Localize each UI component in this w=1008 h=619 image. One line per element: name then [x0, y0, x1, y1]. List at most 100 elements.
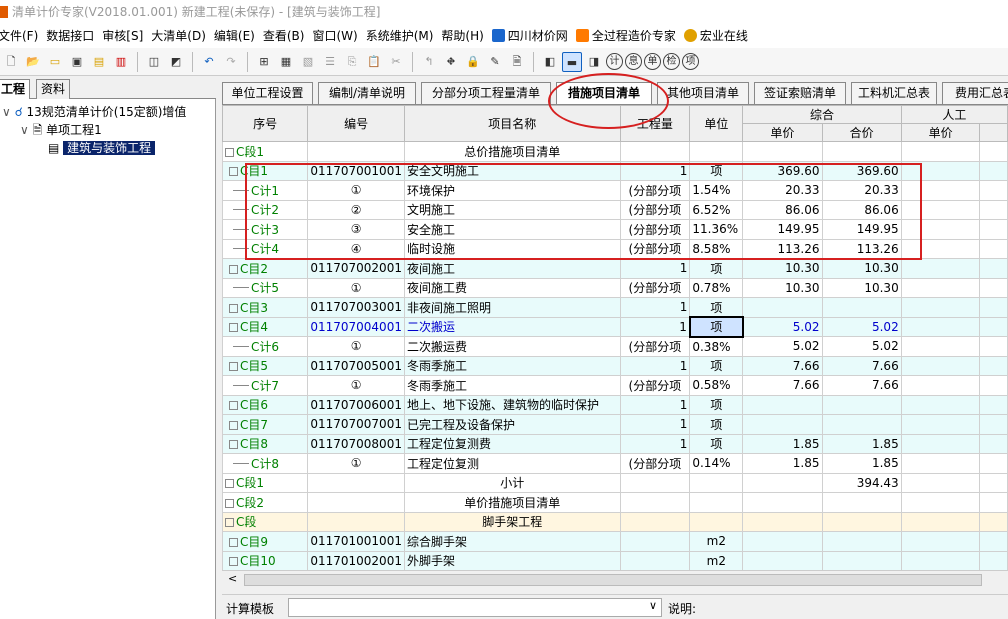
cell-code[interactable]: 011701002001: [307, 550, 405, 570]
cell-qty[interactable]: 1: [619, 433, 691, 454]
cell-name[interactable]: 工程定位复测费: [403, 433, 621, 454]
cell-qty[interactable]: [619, 472, 691, 493]
cell-total-price[interactable]: 1.85: [821, 433, 902, 454]
cell-name[interactable]: 地上、地下设施、建筑物的临时保护: [403, 394, 621, 415]
cell-seq[interactable]: C目7: [222, 414, 309, 435]
cell-seq[interactable]: C目3: [222, 297, 309, 318]
cell-code[interactable]: 011707003001: [307, 297, 405, 318]
cell-qty[interactable]: 1: [619, 394, 691, 415]
cell-extra[interactable]: [979, 355, 1008, 376]
cell-qty[interactable]: [619, 531, 691, 552]
cell-total-price[interactable]: 7.66: [821, 355, 902, 376]
cell-labor-price[interactable]: [900, 336, 981, 357]
cell-name[interactable]: 非夜间施工照明: [403, 297, 621, 318]
cell-qty[interactable]: (分部分项: [619, 277, 691, 298]
cell-extra[interactable]: [979, 472, 1008, 493]
tab-sub-items[interactable]: 分部分项工程量清单: [421, 82, 551, 104]
cell-unit-price[interactable]: [742, 414, 823, 435]
lock-icon[interactable]: 🔒: [463, 52, 483, 72]
cell-qty[interactable]: (分部分项: [619, 453, 691, 474]
table-row[interactable]: C目7 011707007001 已完工程及设备保护 1 项: [222, 414, 1008, 435]
cell-unit-price[interactable]: 5.02: [742, 336, 823, 357]
menu-system[interactable]: 系统维护(M): [362, 25, 438, 48]
table-row[interactable]: C段2 单价措施项目清单: [222, 492, 1008, 513]
expand-box-icon[interactable]: [229, 401, 238, 411]
cell-unit[interactable]: 项: [689, 297, 744, 318]
cell-name[interactable]: 综合脚手架: [403, 531, 621, 552]
expand-box-icon[interactable]: [229, 420, 238, 430]
save-as-icon[interactable]: ▤: [89, 52, 109, 72]
cell-labor-price[interactable]: [900, 472, 981, 493]
cell-unit-price[interactable]: [742, 472, 823, 493]
cell-name[interactable]: 二次搬运费: [403, 336, 621, 357]
table-icon[interactable]: ▧: [298, 52, 318, 72]
cell-seq[interactable]: C计6: [222, 336, 309, 357]
cell-labor-price[interactable]: [900, 550, 981, 570]
cell-unit-price[interactable]: 7.66: [742, 375, 823, 396]
cell-seq[interactable]: C目4: [222, 316, 309, 337]
menu-review[interactable]: 审核[S]: [98, 25, 147, 48]
cell-code[interactable]: 011701001001: [307, 531, 405, 552]
cell-unit-price[interactable]: 1.85: [742, 453, 823, 474]
cell-unit-price[interactable]: [742, 297, 823, 318]
cell-code[interactable]: 011707006001: [307, 394, 405, 415]
table-row[interactable]: C目3 011707003001 非夜间施工照明 1 项: [222, 297, 1008, 318]
expand-box-icon[interactable]: [225, 498, 234, 508]
panel-left-icon[interactable]: ◧: [540, 52, 560, 72]
cell-qty[interactable]: 1: [619, 355, 691, 376]
cell-total-price[interactable]: [821, 511, 902, 532]
cell-name[interactable]: 夜间施工: [403, 258, 621, 279]
cell-seq[interactable]: C目9: [222, 531, 309, 552]
cell-seq[interactable]: C目8: [222, 433, 309, 454]
cell-total-price[interactable]: 394.43: [821, 472, 902, 493]
cell-total-price[interactable]: 5.02: [821, 336, 902, 357]
list-icon[interactable]: ☰: [320, 52, 340, 72]
cell-labor-price[interactable]: [900, 277, 981, 298]
cell-seq[interactable]: C段1: [222, 472, 309, 493]
cell-extra[interactable]: [979, 180, 1008, 201]
cell-labor-price[interactable]: [900, 433, 981, 454]
cell-qty[interactable]: [619, 141, 691, 162]
cell-unit[interactable]: 项: [689, 394, 744, 415]
tree-root[interactable]: ∨ ☌ 13规范清单计价(15定额)增值: [2, 103, 186, 121]
cell-unit[interactable]: 0.78%: [689, 277, 744, 298]
cell-unit-price[interactable]: [742, 511, 823, 532]
cell-seq[interactable]: C段1: [222, 141, 309, 162]
cell-code[interactable]: ①: [307, 277, 405, 298]
cell-labor-price[interactable]: [900, 414, 981, 435]
menu-link-expert[interactable]: 全过程造价专家: [572, 25, 680, 48]
scroll-left-icon[interactable]: <: [228, 572, 237, 585]
save-icon[interactable]: ▣: [67, 52, 87, 72]
cell-name[interactable]: 冬雨季施工: [403, 375, 621, 396]
cell-unit[interactable]: [689, 511, 744, 532]
cell-labor-price[interactable]: [900, 492, 981, 513]
cell-extra[interactable]: [979, 433, 1008, 454]
cell-extra[interactable]: [979, 277, 1008, 298]
calc-icon[interactable]: ▦: [276, 52, 296, 72]
cell-extra[interactable]: [979, 316, 1008, 337]
cell-unit-price[interactable]: [742, 492, 823, 513]
menu-file[interactable]: 文件(F): [0, 25, 42, 48]
cell-qty[interactable]: (分部分项: [619, 375, 691, 396]
cell-extra[interactable]: [979, 414, 1008, 435]
cell-qty[interactable]: 1: [619, 258, 691, 279]
expand-box-icon[interactable]: [225, 479, 234, 489]
cell-code[interactable]: 011707002001: [307, 258, 405, 279]
cell-total-price[interactable]: 1.85: [821, 453, 902, 474]
menu-help[interactable]: 帮助(H): [437, 25, 487, 48]
info-circle-icon[interactable]: 息: [625, 53, 642, 70]
cell-extra[interactable]: [979, 550, 1008, 570]
menu-edit[interactable]: 编辑(E): [210, 25, 259, 48]
cell-unit-price[interactable]: 1.85: [742, 433, 823, 454]
cell-extra[interactable]: [979, 336, 1008, 357]
cell-seq[interactable]: C目10: [222, 550, 309, 570]
cell-labor-price[interactable]: [900, 375, 981, 396]
cell-extra[interactable]: [979, 238, 1008, 259]
cell-seq[interactable]: C段2: [222, 492, 309, 513]
cell-unit[interactable]: m2: [689, 550, 744, 570]
table-row[interactable]: C段1 总价措施项目清单: [222, 141, 1008, 162]
cell-extra[interactable]: [979, 297, 1008, 318]
cell-unit[interactable]: [689, 141, 744, 162]
cell-total-price[interactable]: [821, 141, 902, 162]
cell-name[interactable]: 小计: [403, 472, 621, 493]
